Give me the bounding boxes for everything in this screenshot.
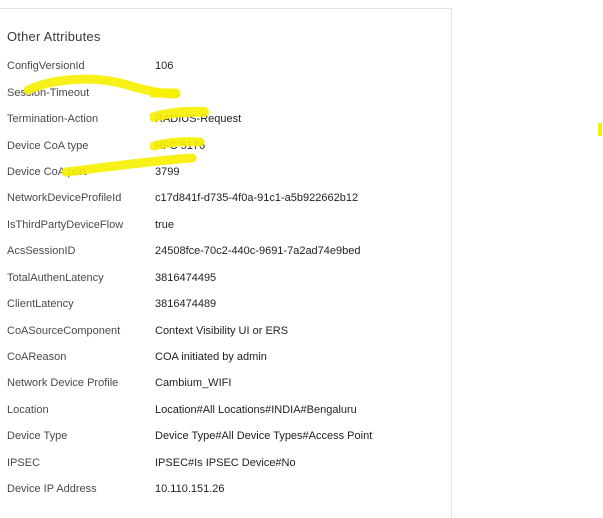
attribute-row-is-third-party-device-flow: IsThirdPartyDeviceFlow true xyxy=(0,212,452,238)
attribute-row-session-timeout: Session-Timeout 1 xyxy=(0,79,452,105)
attribute-key: Device IP Address xyxy=(7,483,97,496)
attribute-key: AcsSessionID xyxy=(7,245,76,258)
attribute-value: c17d841f-d735-4f0a-91c1-a5b922662b12 xyxy=(155,192,359,205)
attribute-value: 1 xyxy=(155,86,162,99)
attribute-row-device-ip-address: Device IP Address 10.110.151.26 xyxy=(0,476,452,502)
attribute-row-network-device-profile-id: NetworkDeviceProfileId c17d841f-d735-4f0… xyxy=(0,185,452,211)
attribute-key: IsThirdPartyDeviceFlow xyxy=(7,218,124,231)
section-title: Other Attributes xyxy=(7,29,101,44)
attribute-key: Termination-Action xyxy=(7,113,99,126)
attribute-row-network-device-profile: Network Device Profile Cambium_WIFI xyxy=(0,370,452,396)
attribute-key: CoASourceComponent xyxy=(7,324,121,337)
other-attributes-panel: Other Attributes ConfigVersionId 106 Ses… xyxy=(0,8,452,518)
attribute-key: Device Type xyxy=(7,430,68,443)
attribute-key: TotalAuthenLatency xyxy=(7,271,104,284)
attribute-row-device-coa-port: Device CoA port 3799 xyxy=(0,159,452,185)
attribute-row-config-version-id: ConfigVersionId 106 xyxy=(0,53,452,79)
attribute-value: Cambium_WIFI xyxy=(155,377,232,390)
attribute-value: COA initiated by admin xyxy=(155,351,267,364)
attribute-value: true xyxy=(155,218,174,231)
attribute-list: ConfigVersionId 106 Session-Timeout 1 Te… xyxy=(0,53,452,502)
attribute-row-location: Location Location#All Locations#INDIA#Be… xyxy=(0,397,452,423)
attribute-key: Session-Timeout xyxy=(7,86,90,99)
attribute-key: Device CoA port xyxy=(7,165,87,178)
attribute-value: 106 xyxy=(155,60,174,73)
attribute-value: Device Type#All Device Types#Access Poin… xyxy=(155,430,373,443)
highlight-mark-edge xyxy=(598,123,602,136)
attribute-value: 3799 xyxy=(155,165,180,178)
attribute-row-coa-source-component: CoASourceComponent Context Visibility UI… xyxy=(0,317,452,343)
attribute-row-coa-reason: CoAReason COA initiated by admin xyxy=(0,344,452,370)
attribute-value: Context Visibility UI or ERS xyxy=(155,324,289,337)
attribute-key: NetworkDeviceProfileId xyxy=(7,192,122,205)
attribute-row-device-type: Device Type Device Type#All Device Types… xyxy=(0,423,452,449)
attribute-row-ipsec: IPSEC IPSEC#Is IPSEC Device#No xyxy=(0,450,452,476)
attribute-row-total-authen-latency: TotalAuthenLatency 3816474495 xyxy=(0,265,452,291)
attribute-row-device-coa-type: Device CoA type RFC 5176 xyxy=(0,132,452,158)
attribute-value: 24508fce-70c2-440c-9691-7a2ad74e9bed xyxy=(155,245,361,258)
attribute-key: Network Device Profile xyxy=(7,377,119,390)
attribute-value: 3816474495 xyxy=(155,271,217,284)
attribute-value: 3816474489 xyxy=(155,298,217,311)
attribute-value: Location#All Locations#INDIA#Bengaluru xyxy=(155,403,357,416)
attribute-value: 10.110.151.26 xyxy=(155,483,225,496)
attribute-value: IPSEC#Is IPSEC Device#No xyxy=(155,456,296,469)
attribute-row-acs-session-id: AcsSessionID 24508fce-70c2-440c-9691-7a2… xyxy=(0,238,452,264)
attribute-key: CoAReason xyxy=(7,351,67,364)
attribute-key: IPSEC xyxy=(7,456,41,469)
attribute-value: RFC 5176 xyxy=(155,139,206,152)
attribute-value: RADIUS-Request xyxy=(155,113,242,126)
attribute-row-termination-action: Termination-Action RADIUS-Request xyxy=(0,106,452,132)
attribute-key: Device CoA type xyxy=(7,139,89,152)
attribute-key: ClientLatency xyxy=(7,298,74,311)
attribute-key: Location xyxy=(7,403,49,416)
attribute-row-client-latency: ClientLatency 3816474489 xyxy=(0,291,452,317)
attribute-key: ConfigVersionId xyxy=(7,60,85,73)
